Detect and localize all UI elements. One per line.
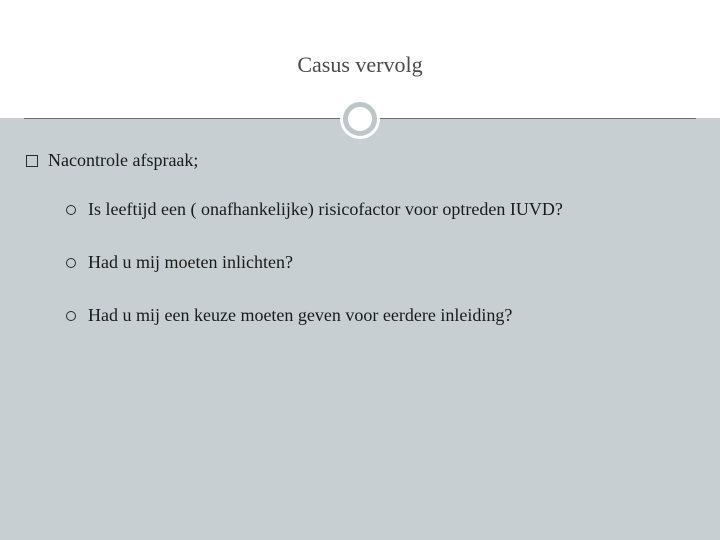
list-item-text: Nacontrole afspraak; (48, 150, 198, 171)
slide: Casus vervolg Nacontrole afspraak; Is le… (0, 0, 720, 540)
circle-bullet-icon (66, 258, 76, 268)
circle-bullet-icon (66, 205, 76, 215)
ring-icon (343, 102, 377, 136)
list-item-text: Had u mij moeten inlichten? (88, 252, 293, 273)
list-item-text: Had u mij een keuze moeten geven voor ee… (88, 305, 512, 326)
slide-content: Nacontrole afspraak; Is leeftijd een ( o… (26, 150, 694, 358)
circle-bullet-icon (66, 311, 76, 321)
list-item: Had u mij moeten inlichten? (66, 252, 694, 273)
list-item-text: Is leeftijd een ( onafhankelijke) risico… (88, 199, 563, 220)
checkbox-bullet-icon (26, 155, 38, 167)
slide-title: Casus vervolg (0, 52, 720, 78)
list-item: Nacontrole afspraak; (26, 150, 694, 171)
list-item: Had u mij een keuze moeten geven voor ee… (66, 305, 694, 326)
list-item: Is leeftijd een ( onafhankelijke) risico… (66, 199, 694, 220)
slide-header: Casus vervolg (0, 0, 720, 118)
